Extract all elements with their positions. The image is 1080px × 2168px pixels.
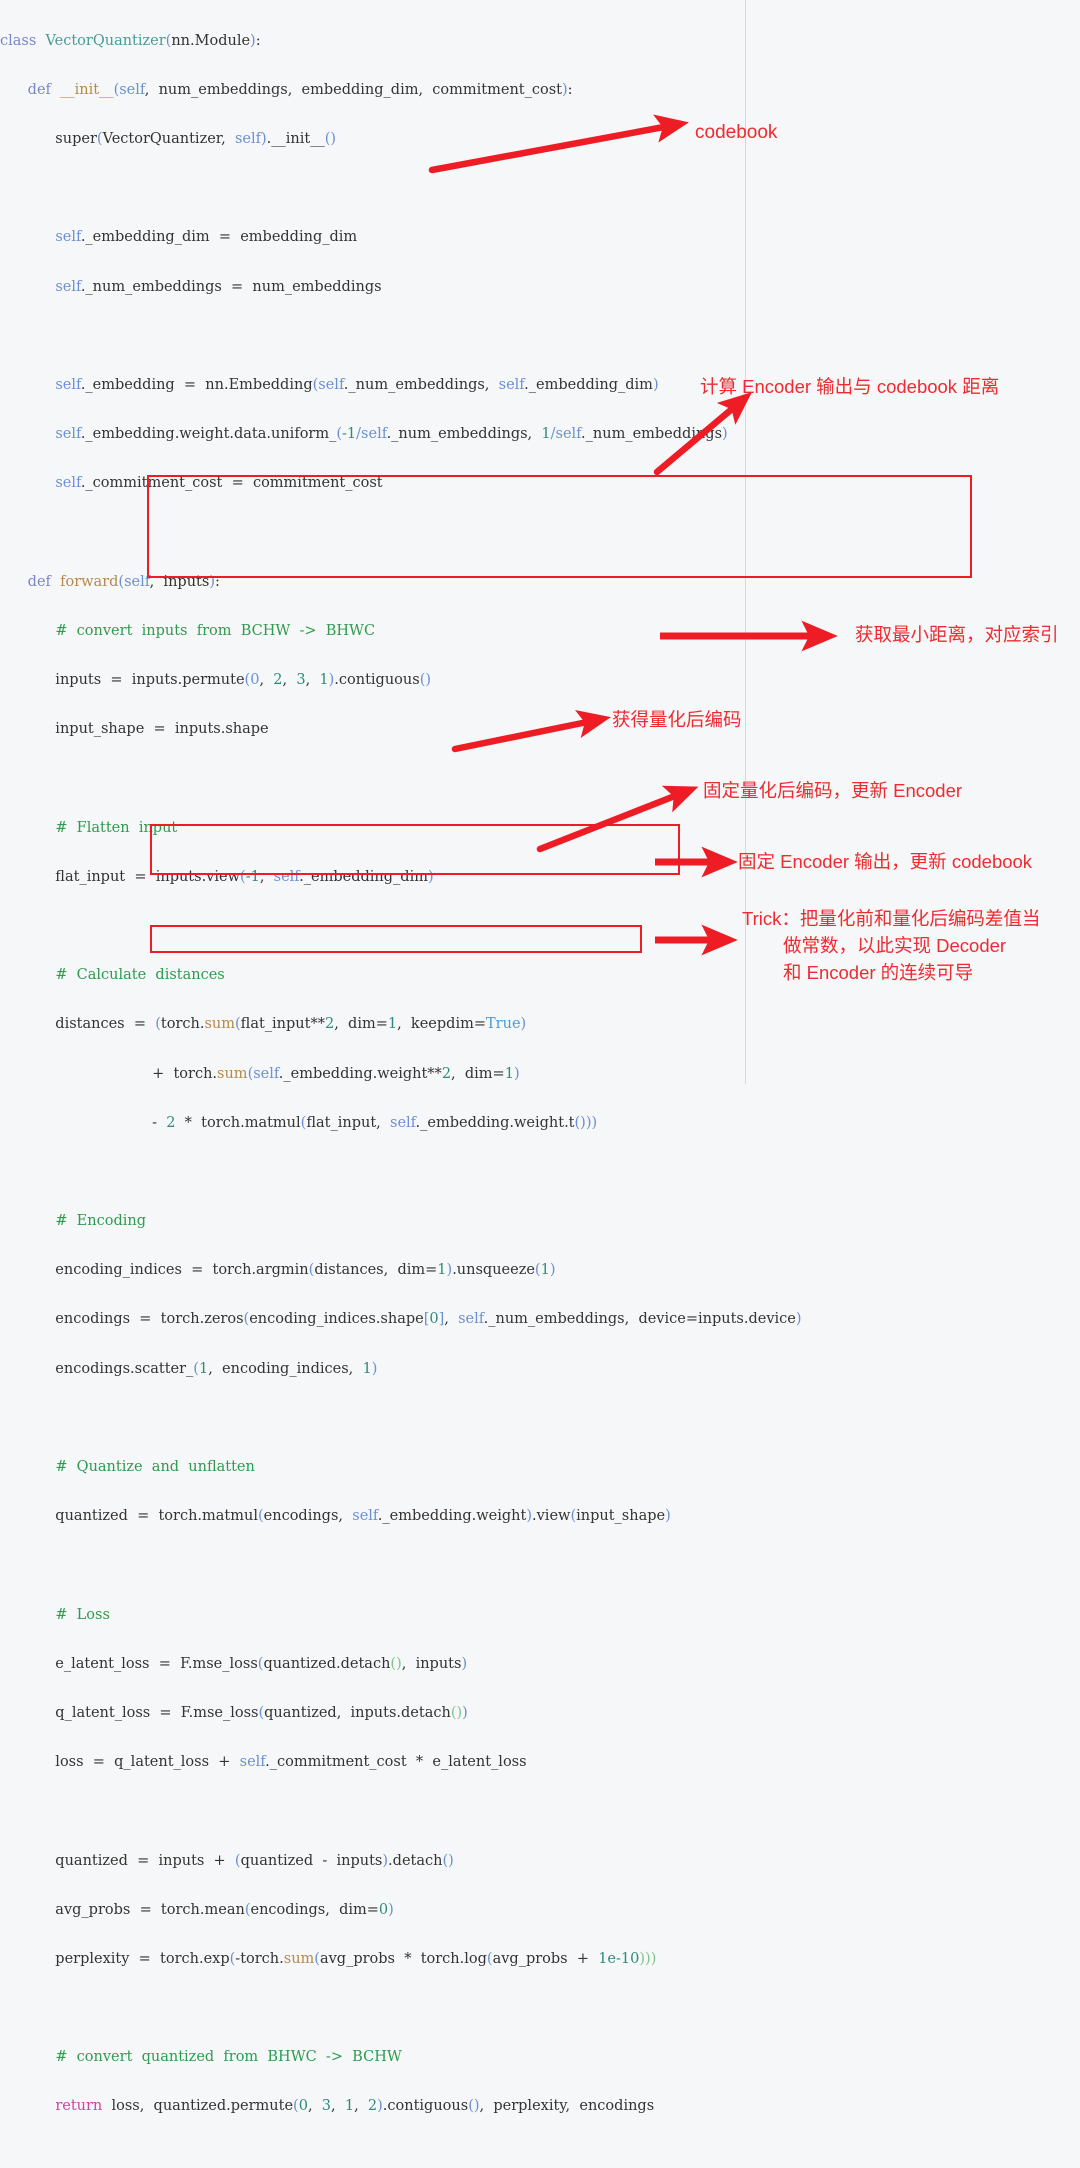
annotation-distance: 计算 Encoder 输出与 codebook 距离 [700, 376, 1000, 397]
code-line-21: distances = (torch.sum(flat_input**2, di… [0, 1016, 527, 1033]
annotation-quantized-code: 获得量化后编码 [612, 709, 742, 730]
code-line-1: class VectorQuantizer(nn.Module): [0, 32, 261, 49]
code-line-23: - 2 * torch.matmul(flat_input, self._emb… [0, 1114, 598, 1131]
annotated-code-page: class VectorQuantizer(nn.Module): def __… [0, 0, 1080, 2114]
annotation-update-codebook: 固定 Encoder 输出，更新 codebook [738, 851, 1033, 872]
annotation-codebook: codebook [695, 122, 778, 143]
code-line-33: # Loss [55, 1606, 110, 1623]
code-line-38: quantized = inputs + (quantized - inputs… [0, 1852, 454, 1869]
annotation-trick-line-1: Trick：把量化前和量化后编码差值当 [742, 908, 1041, 929]
code-line-18: flat_input = inputs.view(-1, self._embed… [0, 868, 434, 885]
code-block: class VectorQuantizer(nn.Module): def __… [0, 0, 802, 2168]
code-line-14: inputs = inputs.permute(0, 2, 3, 1).cont… [0, 672, 432, 689]
annotation-update-encoder: 固定量化后编码，更新 Encoder [703, 780, 963, 801]
code-line-43: return loss, quantized.permute(0, 3, 1, … [55, 2098, 655, 2115]
code-line-28: encodings.scatter_(1, encoding_indices, … [0, 1360, 378, 1377]
annotation-trick-line-3: 和 Encoder 的连续可导 [783, 962, 974, 983]
code-line-26: encoding_indices = torch.argmin(distance… [0, 1262, 556, 1279]
code-line-5: self._embedding_dim = embedding_dim [55, 229, 358, 246]
code-line-30: # Quantize and unflatten [55, 1459, 255, 1476]
code-line-36: loss = q_latent_loss + self._commitment_… [0, 1754, 527, 1771]
annotation-argmin: 获取最小距离，对应索引 [855, 624, 1059, 645]
code-line-34: e_latent_loss = F.mse_loss(quantized.det… [0, 1655, 468, 1672]
code-line-25: # Encoding [55, 1213, 146, 1230]
code-line-12: def forward(self, inputs): [27, 573, 220, 590]
code-line-17: # Flatten input [55, 819, 178, 836]
code-line-3: super(VectorQuantizer, self).__init__() [0, 130, 337, 147]
code-line-39: avg_probs = torch.mean(encodings, dim=0) [0, 1901, 394, 1918]
code-line-31: quantized = torch.matmul(encodings, self… [0, 1508, 671, 1525]
code-line-13: # convert inputs from BCHW -> BHWC [55, 622, 376, 639]
code-line-2: def __init__(self, num_embeddings, embed… [27, 81, 573, 98]
code-line-20: # Calculate distances [55, 967, 225, 984]
code-line-35: q_latent_loss = F.mse_loss(quantized, in… [0, 1704, 468, 1721]
code-line-22: + torch.sum(self._embedding.weight**2, d… [0, 1065, 520, 1082]
code-line-10: self._commitment_cost = commitment_cost [55, 475, 383, 492]
code-line-6: self._num_embeddings = num_embeddings [55, 278, 382, 295]
code-line-9: self._embedding.weight.data.uniform_(-1/… [55, 426, 728, 443]
code-line-42: # convert quantized from BHWC -> BCHW [55, 2049, 402, 2066]
code-line-40: perplexity = torch.exp(-torch.sum(avg_pr… [0, 1950, 657, 1967]
code-line-27: encodings = torch.zeros(encoding_indices… [0, 1311, 802, 1328]
annotation-trick-line-2: 做常数，以此实现 Decoder [783, 935, 1007, 956]
code-line-8: self._embedding = nn.Embedding(self._num… [55, 376, 659, 393]
